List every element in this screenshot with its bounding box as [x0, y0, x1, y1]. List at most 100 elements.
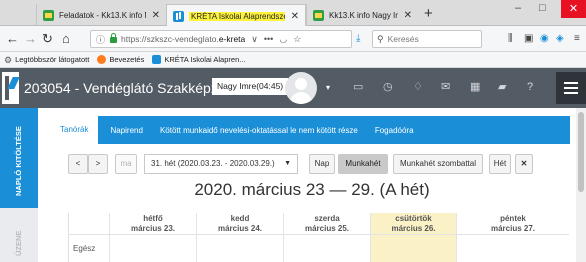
minimize-button[interactable]: –: [515, 2, 521, 14]
caret-down-icon: ▼: [284, 160, 291, 167]
day-name: hétfő: [143, 214, 163, 223]
sidebar-item-naplo[interactable]: NAPLÓ KITÖLTÉSE: [0, 108, 38, 208]
subnav-tabs: Tanórák Napirend Kötött munkaidő nevelés…: [50, 116, 570, 144]
day-name: kedd: [230, 214, 250, 223]
url-bar[interactable]: ⓘ https://szkszc-vendeglato.e-kreta ∨ ••…: [90, 30, 352, 48]
workweek-view-button[interactable]: Munkahét: [338, 154, 388, 174]
week-view-button[interactable]: Hét: [489, 154, 511, 174]
prev-week-button[interactable]: <: [68, 154, 88, 174]
user-name[interactable]: Nagy Imre(04:45): [212, 78, 289, 95]
allday-cell-monday[interactable]: [110, 235, 197, 262]
bookmark-kreta[interactable]: KRÉTA Iskolai Alapren...: [152, 55, 246, 64]
home-icon[interactable]: ⌂: [62, 32, 70, 45]
pocket-icon[interactable]: ◡: [279, 34, 287, 45]
week-select-value: 31. hét (2020.03.23. - 2020.03.29.): [151, 159, 275, 168]
day-header-monday: hétfő március 23.: [110, 213, 197, 235]
tab-title: Feladatok - Kk13.K info Nagy I: [59, 10, 146, 20]
maximize-button[interactable]: □: [539, 2, 546, 14]
date-heading: 2020. március 23 — 29. (A hét): [194, 180, 430, 199]
sidebar-toggle-icon[interactable]: ▣: [524, 33, 533, 44]
browser-tab-kreta[interactable]: KRÉTA Iskolai Alaprendszer ✕: [166, 4, 306, 27]
bell-icon[interactable]: ♢: [413, 81, 423, 94]
bookmark-most-visited[interactable]: ⚙ Legtöbbször látogatott: [4, 55, 90, 65]
day-date: március 27.: [490, 224, 536, 233]
day-name: péntek: [500, 214, 526, 223]
forward-arrow-icon[interactable]: →: [24, 32, 37, 45]
new-tab-button[interactable]: +: [424, 5, 433, 22]
reload-icon[interactable]: ↻: [42, 32, 53, 45]
day-header-tuesday: kedd március 24.: [197, 213, 284, 235]
sidebar: NAPLÓ KITÖLTÉSE ÜZENE: [0, 108, 38, 262]
main-content: Tanórák Napirend Kötött munkaidő nevelés…: [38, 108, 586, 262]
allday-cell-thursday[interactable]: [371, 235, 457, 262]
more-icon[interactable]: •••: [264, 34, 273, 44]
bookmark-bevezetes[interactable]: Bevezetés: [97, 55, 144, 64]
sidebar-item-uzenetek[interactable]: ÜZENE: [0, 208, 38, 262]
gear-icon: ⚙: [4, 55, 13, 65]
window-close-button[interactable]: ✕: [561, 0, 586, 18]
chevron-down-icon[interactable]: ▾: [326, 81, 330, 94]
day-view-button[interactable]: Nap: [309, 154, 335, 174]
sidebar-item-label: ÜZENE: [14, 230, 23, 256]
help-icon[interactable]: ?: [527, 81, 533, 94]
day-name: csütörtök: [395, 214, 432, 223]
info-icon[interactable]: ⓘ: [96, 33, 105, 46]
allday-label: Egész nap: [69, 235, 110, 262]
mail-icon[interactable]: ✉: [441, 81, 450, 94]
day-name: szerda: [314, 214, 340, 223]
tab-fogadoora[interactable]: Fogadóóra: [375, 126, 414, 135]
app-title: 203054 - Vendéglátó Szakképző: [24, 80, 214, 96]
day-date: március 24.: [217, 224, 263, 233]
workweek-saturday-view-button[interactable]: Munkahét szombattal: [393, 154, 483, 174]
star-icon[interactable]: ☆: [293, 34, 301, 45]
day-date: március 25.: [304, 224, 350, 233]
browser-tab-kk13[interactable]: Kk13.K info Nagy Imre ✕: [306, 4, 418, 26]
tab-tanorak[interactable]: Tanórák: [50, 116, 99, 144]
day-date: március 26.: [391, 224, 436, 233]
addon-icon[interactable]: ◈: [556, 33, 564, 44]
download-icon[interactable]: ⤓: [356, 33, 360, 44]
url-text: https://szkszc-vendeglato.e-kreta: [121, 34, 246, 44]
page-scrollbar[interactable]: [576, 108, 586, 262]
today-button[interactable]: ma: [115, 154, 137, 174]
close-icon[interactable]: ✕: [404, 10, 412, 21]
bookmark-label: KRÉTA Iskolai Alapren...: [164, 55, 246, 64]
menu-icon[interactable]: ≡: [574, 33, 580, 44]
tab-napirend[interactable]: Napirend: [110, 126, 142, 135]
monitor-icon[interactable]: ▭: [353, 81, 363, 94]
close-icon[interactable]: ✕: [152, 10, 160, 21]
kreta-icon: [173, 10, 184, 22]
kreta-icon: [152, 55, 162, 64]
browser-navbar: ← → ↻ ⌂ ⓘ https://szkszc-vendeglato.e-kr…: [0, 26, 586, 52]
day-header-friday: péntek március 27.: [457, 213, 569, 235]
bookmark-label: Legtöbbször látogatott: [15, 55, 90, 64]
browser-tab-feladatok[interactable]: Feladatok - Kk13.K info Nagy I ✕: [36, 4, 166, 26]
kreta-logo[interactable]: [2, 72, 19, 104]
expand-icon[interactable]: ✕: [515, 154, 533, 174]
sidebar-item-label: NAPLÓ KITÖLTÉSE: [14, 126, 23, 196]
tab-kotott-munkaido[interactable]: Kötött munkaidő nevelési-oktatással le n…: [160, 126, 358, 135]
allday-cell-friday[interactable]: [457, 235, 569, 262]
allday-cell-tuesday[interactable]: [197, 235, 284, 262]
clock-icon[interactable]: ◷: [383, 81, 393, 94]
bookmark-label: Bevezetés: [109, 55, 145, 64]
search-bar[interactable]: ⚲ Keresés: [372, 30, 482, 48]
hamburger-menu-icon[interactable]: [556, 72, 586, 104]
extension-icon[interactable]: ◉: [540, 33, 549, 44]
calendar-toolbar: < > ma 31. hét (2020.03.23. - 2020.03.29…: [68, 154, 568, 174]
avatar[interactable]: [285, 72, 317, 104]
firefox-icon: [97, 55, 107, 64]
grid-icon[interactable]: ▦: [470, 81, 480, 94]
week-select[interactable]: 31. hét (2020.03.23. - 2020.03.29.) ▼: [144, 154, 298, 174]
allday-cell-wednesday[interactable]: [284, 235, 371, 262]
close-icon[interactable]: ✕: [291, 11, 299, 22]
book-icon[interactable]: ▰: [498, 81, 506, 94]
chevron-down-icon[interactable]: ∨: [251, 34, 258, 45]
library-icon[interactable]: ⫼: [508, 33, 513, 44]
next-week-button[interactable]: >: [88, 154, 108, 174]
scrollbar-thumb[interactable]: [578, 112, 584, 192]
search-input[interactable]: Keresés: [388, 34, 419, 44]
day-header-thursday: csütörtök március 26.: [371, 213, 457, 235]
back-arrow-icon[interactable]: ←: [6, 32, 19, 45]
week-calendar: hétfő március 23. kedd március 24. szerd…: [68, 213, 569, 262]
